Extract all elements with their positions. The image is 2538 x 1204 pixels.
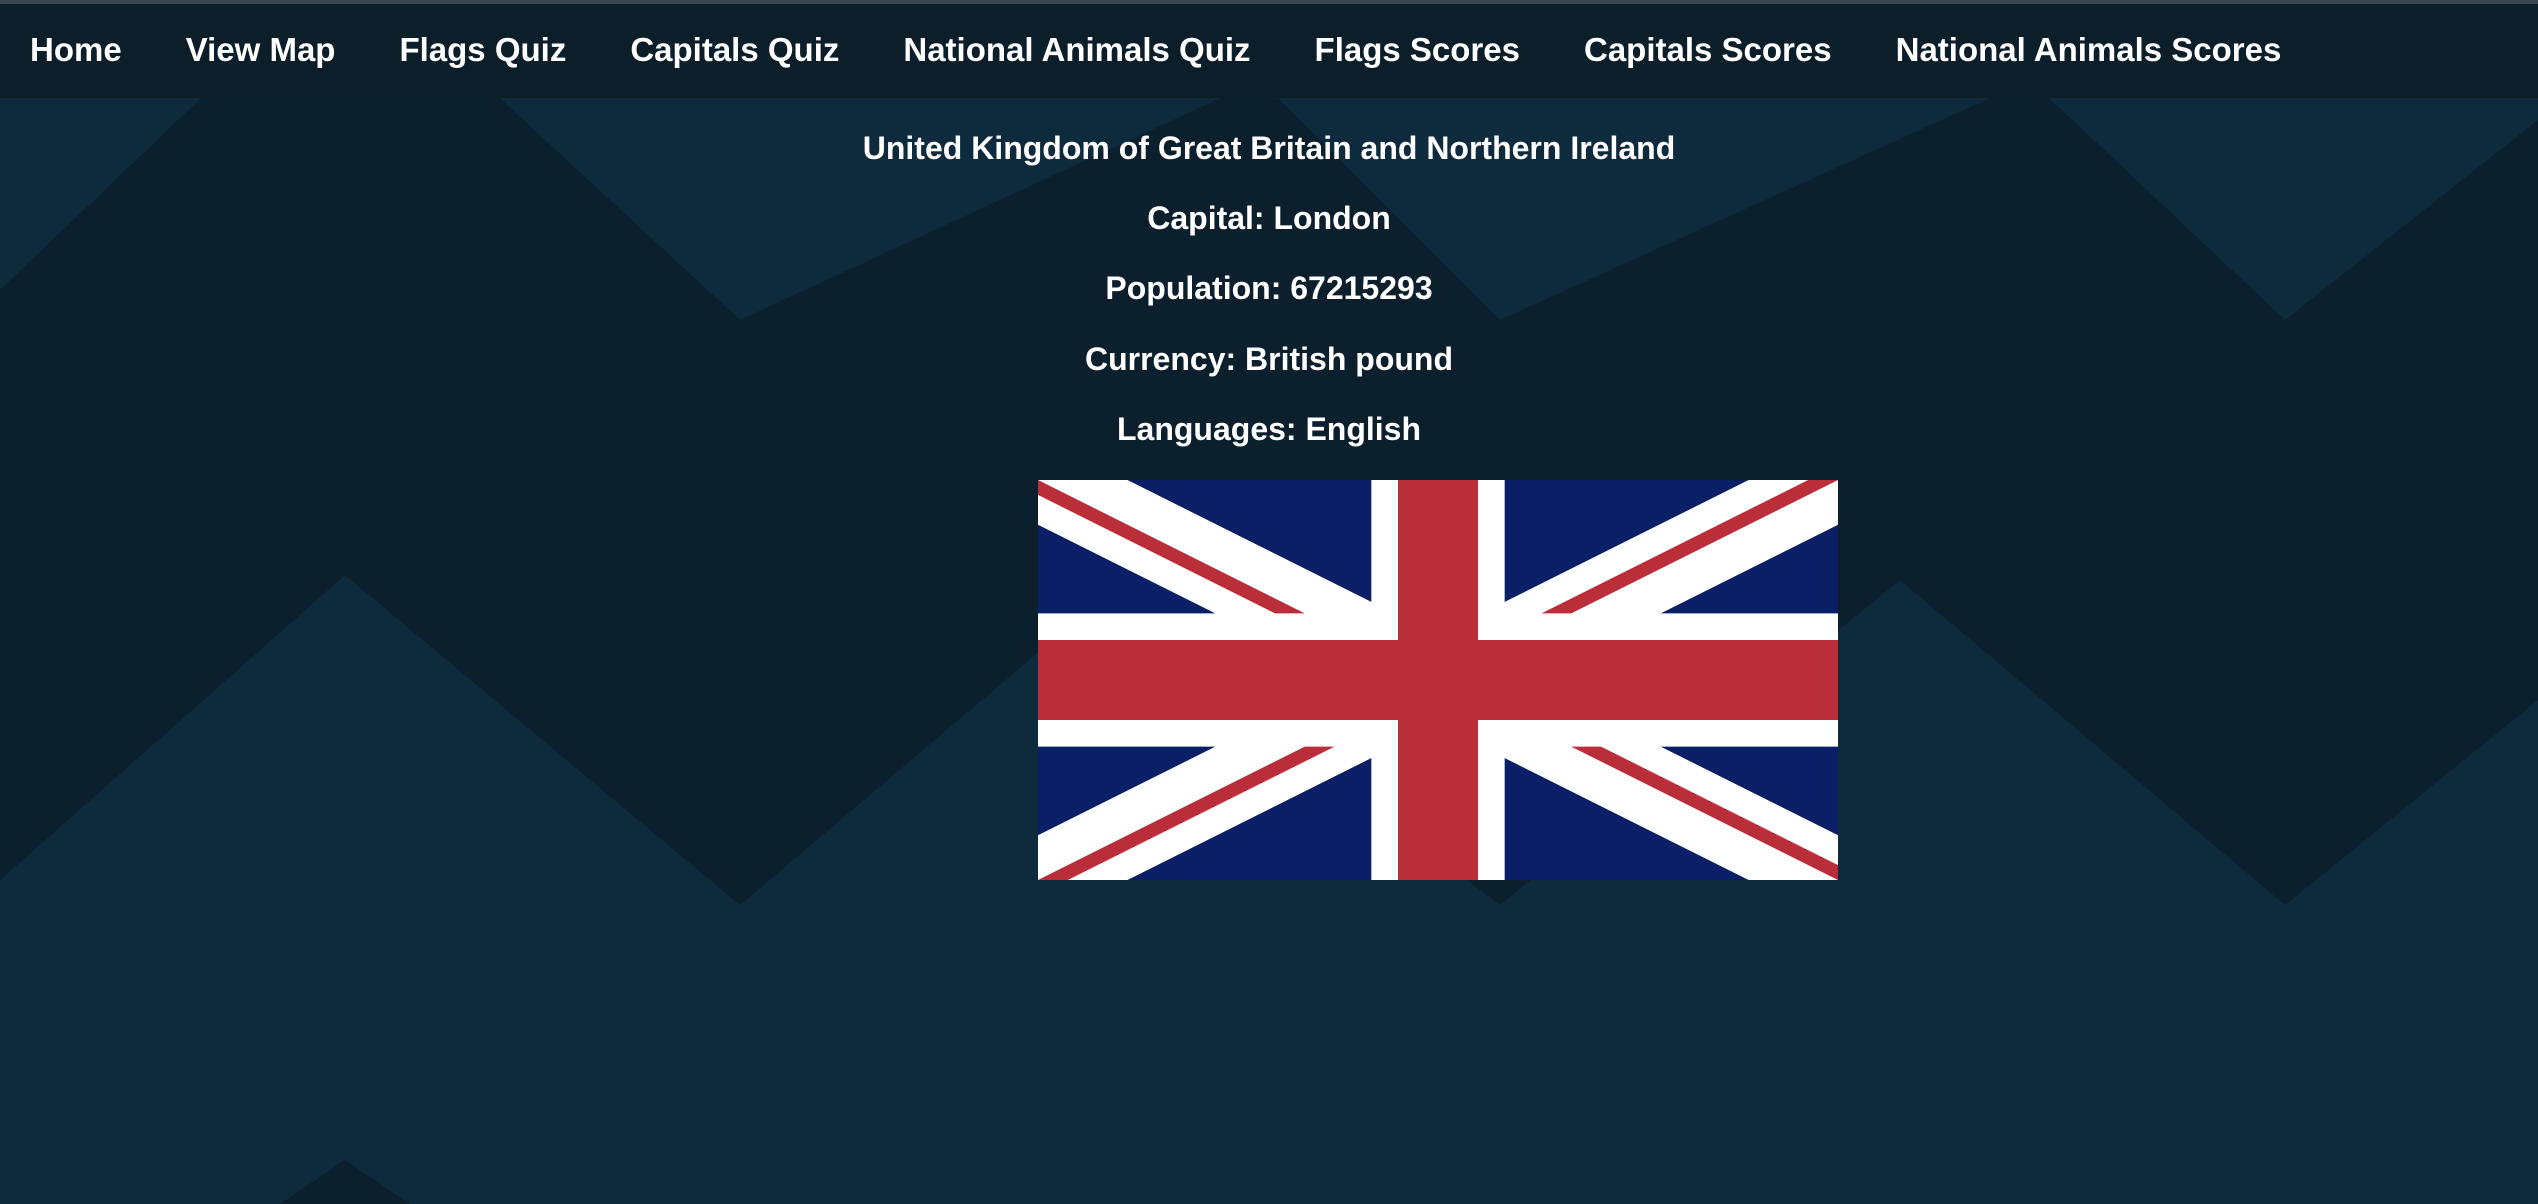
- nav-home-link[interactable]: Home: [30, 31, 122, 69]
- union-jack-flag-icon: [1038, 480, 1838, 880]
- currency-text: Currency: British pound: [1084, 341, 1453, 377]
- capital-text: Capital: London: [1147, 200, 1391, 236]
- nav-flags-scores-link[interactable]: Flags Scores: [1315, 31, 1520, 69]
- nav-view-map-link[interactable]: View Map: [186, 31, 336, 69]
- nav-national-animals-scores-link[interactable]: National Animals Scores: [1896, 31, 2282, 69]
- country-name-heading: United Kingdom of Great Britain and Nort…: [862, 130, 1676, 166]
- languages-text: Languages: English: [1116, 411, 1422, 447]
- nav-flags-quiz-link[interactable]: Flags Quiz: [399, 31, 566, 69]
- nav-capitals-quiz-link[interactable]: Capitals Quiz: [630, 31, 839, 69]
- nav-capitals-scores-link[interactable]: Capitals Scores: [1584, 31, 1832, 69]
- nav-national-animals-quiz-link[interactable]: National Animals Quiz: [903, 31, 1250, 69]
- population-text: Population: 67215293: [1105, 270, 1433, 306]
- top-navigation-bar: Home View Map Flags Quiz Capitals Quiz N…: [0, 0, 2538, 98]
